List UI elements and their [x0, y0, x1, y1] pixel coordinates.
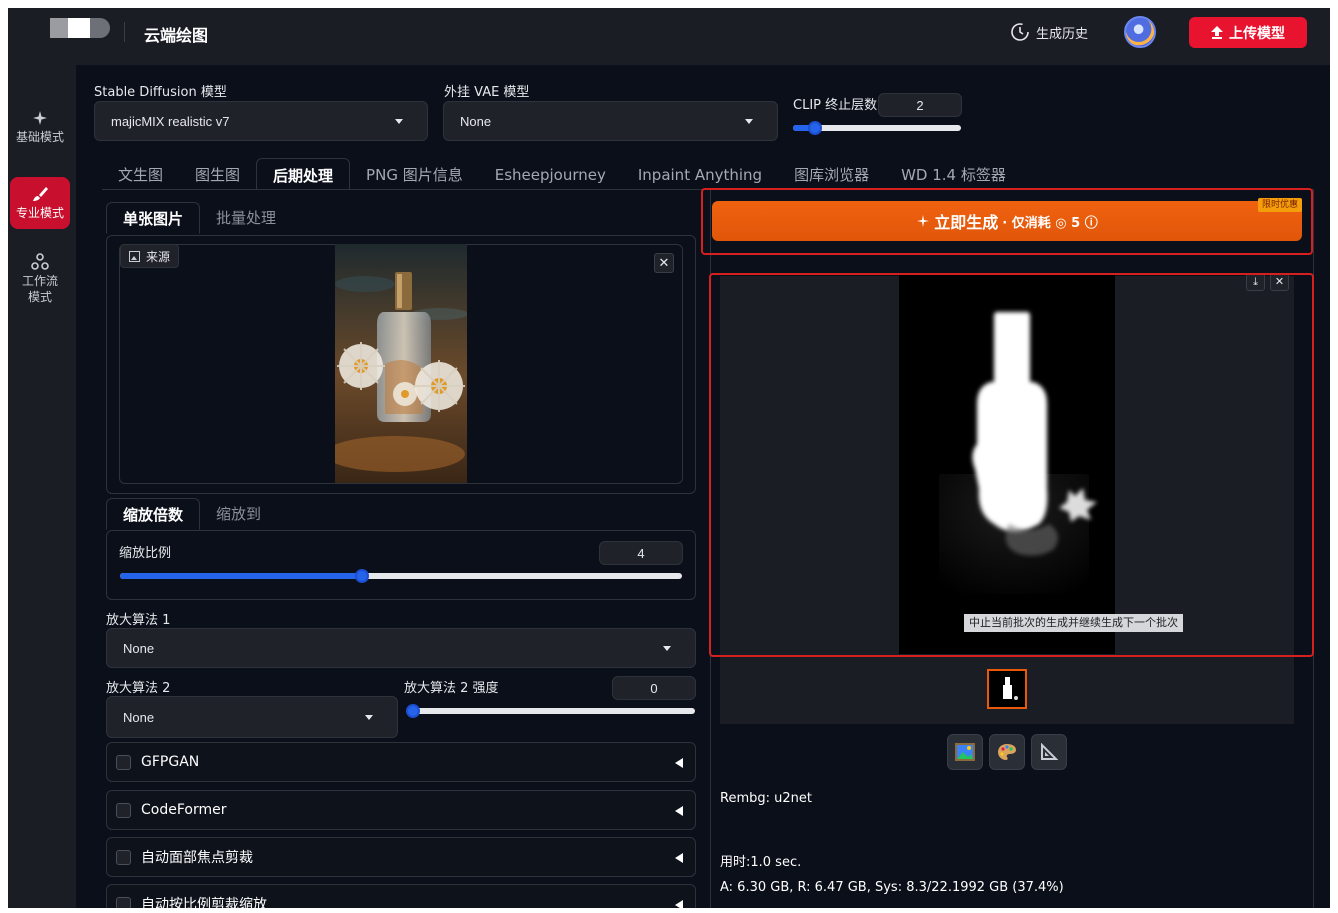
- workflow-icon: [31, 253, 49, 270]
- logo: [50, 18, 110, 38]
- output-thumbnail[interactable]: [987, 669, 1027, 709]
- strength-slider-thumb[interactable]: [406, 704, 420, 718]
- accordion-label: GFPGAN: [141, 754, 200, 770]
- upscaler1-label: 放大算法 1: [106, 613, 171, 628]
- history-icon: [1011, 23, 1029, 41]
- sidebar-item-workflow[interactable]: 工作流模式: [10, 251, 70, 311]
- tab-gallery-browser[interactable]: 图库浏览器: [778, 158, 885, 190]
- codeformer-checkbox[interactable]: [116, 802, 131, 818]
- top-header: 云端绘图 生成历史 上传模型: [8, 8, 1330, 65]
- palette-icon: [998, 744, 1016, 760]
- header-divider: [124, 22, 125, 42]
- app-title: 云端绘图: [144, 26, 209, 45]
- face-crop-checkbox[interactable]: [116, 849, 131, 865]
- highlight-output: [709, 273, 1314, 657]
- vae-select[interactable]: None: [443, 101, 778, 141]
- avatar[interactable]: [1124, 16, 1156, 48]
- app-frame: 云端绘图 生成历史 上传模型 基础模式 专业模式 工作流模式 Stable Di…: [8, 8, 1330, 908]
- accordion-label: 自动按比例剪裁缩放: [141, 897, 267, 908]
- tab-extras[interactable]: 后期处理: [256, 158, 351, 190]
- chevron-down-icon: [365, 715, 373, 720]
- tab-single-image[interactable]: 单张图片: [106, 202, 201, 234]
- upload-icon: [1211, 26, 1223, 39]
- accordion-codeformer[interactable]: CodeFormer: [106, 790, 696, 830]
- vae-label: 外挂 VAE 模型: [444, 85, 530, 100]
- upload-model-label: 上传模型: [1229, 25, 1285, 42]
- tab-esheepjourney[interactable]: Esheepjourney: [479, 158, 622, 190]
- chevron-down-icon: [395, 119, 403, 124]
- sidebar-item-label: 基础模式: [15, 130, 64, 144]
- upscaler2-strength-label: 放大算法 2 强度: [404, 681, 499, 696]
- vae-value: None: [460, 113, 492, 129]
- chevron-down-icon: [745, 119, 753, 124]
- caret-left-icon: [675, 900, 683, 908]
- source-tag: 来源: [120, 244, 180, 268]
- scale-label: 缩放比例: [119, 546, 172, 561]
- brush-icon: [33, 187, 48, 201]
- time-info: 用时:1.0 sec.: [720, 855, 802, 870]
- clear-image-button[interactable]: ✕: [654, 253, 674, 273]
- memory-info: A: 6.30 GB, R: 6.47 GB, Sys: 8.3/22.1992…: [720, 880, 1064, 895]
- tab-txt2img[interactable]: 文生图: [102, 158, 179, 190]
- image-icon: [129, 250, 140, 262]
- tab-img2img[interactable]: 图生图: [179, 158, 256, 190]
- clip-input[interactable]: 2: [878, 93, 962, 117]
- tab-scale-to[interactable]: 缩放到: [200, 498, 277, 530]
- tab-png-info[interactable]: PNG 图片信息: [350, 158, 479, 190]
- caret-left-icon: [675, 806, 683, 816]
- clip-slider-thumb[interactable]: [807, 121, 822, 135]
- highlight-generate: [701, 188, 1313, 255]
- upscaler2-strength-slider[interactable]: [406, 704, 695, 718]
- upscaler1-select[interactable]: None: [106, 628, 696, 668]
- scale-input[interactable]: 4: [599, 541, 683, 565]
- image-mode-tabs: 单张图片 批量处理: [106, 202, 292, 234]
- sidebar-item-basic[interactable]: 基础模式: [10, 105, 70, 151]
- source-label: 来源: [146, 249, 171, 264]
- upscaler2-value: None: [123, 709, 155, 725]
- sidebar: 基础模式 专业模式 工作流模式: [8, 65, 76, 908]
- accordion-label: CodeFormer: [141, 802, 227, 818]
- upscaler2-select[interactable]: None: [106, 696, 398, 738]
- clip-label: CLIP 终止层数: [793, 98, 878, 113]
- sd-model-label: Stable Diffusion 模型: [94, 85, 227, 100]
- tab-inpaint-anything[interactable]: Inpaint Anything: [622, 158, 778, 190]
- rembg-info: Rembg: u2net: [720, 791, 812, 806]
- send-to-extras-button[interactable]: [1031, 734, 1067, 770]
- gfpgan-checkbox[interactable]: [116, 754, 131, 770]
- accordion-ratio-crop[interactable]: 自动按比例剪裁缩放: [106, 884, 696, 908]
- sd-model-select[interactable]: majicMIX realistic v7: [94, 101, 428, 141]
- tab-batch-process[interactable]: 批量处理: [200, 202, 292, 234]
- accordion-label: 自动面部焦点剪裁: [141, 850, 253, 866]
- history-button[interactable]: 生成历史: [1010, 22, 1088, 42]
- history-label: 生成历史: [1036, 26, 1089, 42]
- accordion-face-crop[interactable]: 自动面部焦点剪裁: [106, 837, 696, 877]
- picture-icon: [955, 743, 975, 761]
- sidebar-item-label: 专业模式: [15, 206, 64, 220]
- tab-scale-by[interactable]: 缩放倍数: [106, 498, 201, 530]
- scale-slider[interactable]: [120, 569, 682, 583]
- sd-model-value: majicMIX realistic v7: [111, 113, 230, 129]
- scale-mode-tabs: 缩放倍数 缩放到: [106, 498, 277, 530]
- sidebar-item-pro[interactable]: 专业模式: [10, 177, 70, 229]
- ratio-crop-checkbox[interactable]: [116, 896, 131, 908]
- upscaler2-strength-input[interactable]: 0: [612, 676, 696, 700]
- upscaler2-label: 放大算法 2: [106, 681, 171, 696]
- upload-model-button[interactable]: 上传模型: [1189, 17, 1307, 48]
- source-image: [335, 244, 467, 483]
- chevron-down-icon: [663, 646, 671, 651]
- upscaler1-value: None: [123, 640, 155, 656]
- scale-slider-thumb[interactable]: [354, 569, 369, 583]
- caret-left-icon: [675, 853, 683, 863]
- ruler-triangle-icon: [1041, 743, 1058, 760]
- caret-left-icon: [675, 758, 683, 768]
- sidebar-item-label: 工作流模式: [22, 274, 59, 304]
- send-to-inpaint-button[interactable]: [989, 734, 1025, 770]
- main-tabs: 文生图 图生图 后期处理 PNG 图片信息 Esheepjourney Inpa…: [102, 158, 1022, 190]
- send-to-img2img-button[interactable]: [947, 734, 983, 770]
- accordion-gfpgan[interactable]: GFPGAN: [106, 742, 696, 782]
- scale-slider-fill: [120, 573, 362, 579]
- clip-slider[interactable]: [793, 121, 961, 135]
- sparkle-icon: [33, 111, 47, 125]
- tab-wd-tagger[interactable]: WD 1.4 标签器: [885, 158, 1022, 190]
